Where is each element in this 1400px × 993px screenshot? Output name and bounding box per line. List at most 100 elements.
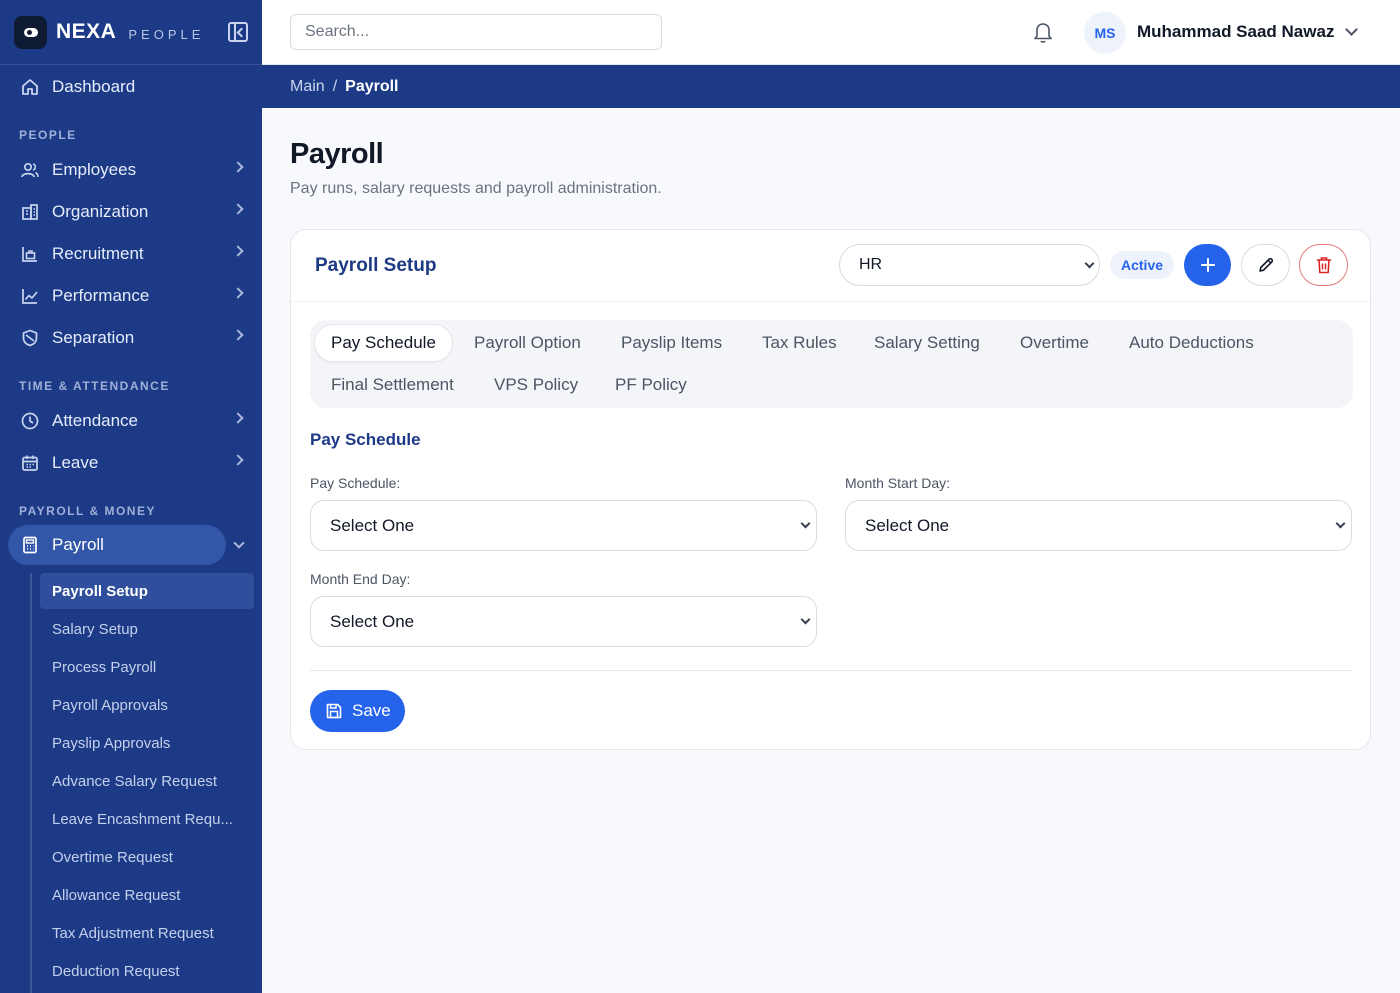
sidebar-subitem-payslip-approvals[interactable]: Payslip Approvals [40,725,254,761]
chevron-right-icon [232,412,244,424]
sidebar-subitem-tax-adjustment-request[interactable]: Tax Adjustment Request [40,915,254,951]
sidebar-subitem-payroll-setup[interactable]: Payroll Setup [40,573,254,609]
topbar: MS Muhammad Saad Nawaz [262,0,1400,65]
edit-button[interactable] [1241,244,1290,286]
sidebar: NEXA PEOPLE Dashboard PEOPLE Employees O… [0,0,262,993]
breadcrumb-current: Payroll [345,77,399,95]
chevron-down-icon [800,614,811,625]
user-name[interactable]: Muhammad Saad Nawaz [1137,22,1334,42]
chevron-right-icon [232,454,244,466]
section-label-people: PEOPLE [19,128,77,142]
sidebar-subitem-overtime-request[interactable]: Overtime Request [40,839,254,875]
sidebar-item-label: Leave [52,453,99,472]
status-badge: Active [1110,251,1175,279]
tab-payroll-option[interactable]: Payroll Option [474,324,581,362]
sidebar-item-recruitment[interactable]: Recruitment [8,234,254,274]
form-divider [310,670,1353,671]
tab-salary-setting[interactable]: Salary Setting [874,324,980,362]
save-button-label: Save [352,701,391,720]
sidebar-item-attendance[interactable]: Attendance [8,401,254,441]
calculator-icon [19,534,41,556]
sidebar-subitem-leave-encashment-request[interactable]: Leave Encashment Requ... [40,801,254,837]
page-title: Payroll [290,138,384,170]
brand-subtitle: PEOPLE [128,27,205,42]
sidebar-item-performance[interactable]: Performance [8,276,254,316]
pay-schedule-select[interactable]: Select One [310,500,817,551]
month-end-day-select[interactable]: Select One [310,596,817,647]
chevron-right-icon [232,329,244,341]
pay-schedule-label: Pay Schedule: [310,475,401,491]
month-start-day-select[interactable]: Select One [845,500,1352,551]
sidebar-subitem-process-payroll[interactable]: Process Payroll [40,649,254,685]
brand-header: NEXA PEOPLE [0,0,262,65]
section-label-payroll: PAYROLL & MONEY [19,504,156,518]
tab-auto-deductions[interactable]: Auto Deductions [1129,324,1254,362]
sidebar-item-payroll[interactable]: Payroll [8,525,226,565]
sidebar-subitem-advance-salary-request[interactable]: Advance Salary Request [40,763,254,799]
tab-tax-rules[interactable]: Tax Rules [762,324,837,362]
sidebar-item-organization[interactable]: Organization [8,192,254,232]
plus-icon [1200,258,1215,272]
sidebar-item-label: Separation [52,328,135,347]
sidebar-subitem-payroll-approvals[interactable]: Payroll Approvals [40,687,254,723]
chevron-down-icon[interactable] [233,537,245,549]
tab-payslip-items[interactable]: Payslip Items [621,324,722,362]
collapse-sidebar-icon[interactable] [228,22,248,42]
search-input[interactable] [290,14,662,50]
page-subtitle: Pay runs, salary requests and payroll ad… [290,180,662,197]
tab-pf-policy[interactable]: PF Policy [615,366,687,404]
month-end-day-label: Month End Day: [310,571,411,587]
breadcrumb-separator: / [332,77,338,95]
add-button[interactable] [1184,244,1231,286]
sidebar-item-label: Recruitment [52,244,144,263]
section-label-time: TIME & ATTENDANCE [19,379,170,393]
sidebar-item-label: Organization [52,202,149,221]
card-title: Payroll Setup [315,255,437,276]
chevron-right-icon [232,245,244,257]
payroll-setup-card: Payroll Setup HR Active Pay Schedule Pay… [290,229,1371,750]
sidebar-subitem-allowance-request[interactable]: Allowance Request [40,877,254,913]
logo-icon [14,15,47,49]
breadcrumb: Main / Payroll [262,65,1400,108]
calendar-icon [19,452,41,474]
sidebar-item-employees[interactable]: Employees [8,150,254,190]
tab-final-settlement[interactable]: Final Settlement [331,366,454,404]
avatar[interactable]: MS [1084,12,1126,54]
home-icon [19,76,41,98]
building-icon [19,201,41,223]
sidebar-item-label: Dashboard [52,77,136,96]
tab-vps-policy[interactable]: VPS Policy [494,366,578,404]
chevron-down-icon[interactable] [1345,23,1358,36]
sidebar-item-label: Performance [52,286,150,305]
brand-name: NEXA [56,20,117,43]
breadcrumb-root[interactable]: Main [290,78,325,96]
users-icon [19,159,41,181]
delete-button[interactable] [1299,244,1348,286]
floppy-disk-icon [326,703,342,719]
chevron-right-icon [232,287,244,299]
sidebar-item-label: Payroll [52,535,104,554]
save-button[interactable]: Save [310,690,405,732]
sidebar-item-label: Attendance [52,411,139,430]
card-header: Payroll Setup HR Active [291,230,1370,302]
department-select-value: HR [859,256,883,273]
shield-icon [19,327,41,349]
settings-tabs: Pay Schedule Payroll Option Payslip Item… [310,320,1353,408]
chevron-down-icon [1335,518,1346,529]
sidebar-item-separation[interactable]: Separation [8,318,254,358]
submenu-line [30,573,32,993]
sidebar-item-leave[interactable]: Leave [8,443,254,483]
briefcase-icon [19,243,41,265]
form-section-title: Pay Schedule [310,430,421,449]
tab-overtime[interactable]: Overtime [1020,324,1089,362]
department-select[interactable]: HR [839,244,1100,286]
clock-icon [19,410,41,432]
sidebar-subitem-salary-setup[interactable]: Salary Setup [40,611,254,647]
month-start-day-value: Select One [865,515,950,535]
tab-pay-schedule[interactable]: Pay Schedule [314,324,453,362]
bell-icon[interactable] [1032,20,1054,44]
sidebar-subitem-deduction-request[interactable]: Deduction Request [40,953,254,989]
chart-line-icon [19,285,41,307]
chevron-right-icon [232,203,244,215]
sidebar-item-dashboard[interactable]: Dashboard [8,67,254,107]
